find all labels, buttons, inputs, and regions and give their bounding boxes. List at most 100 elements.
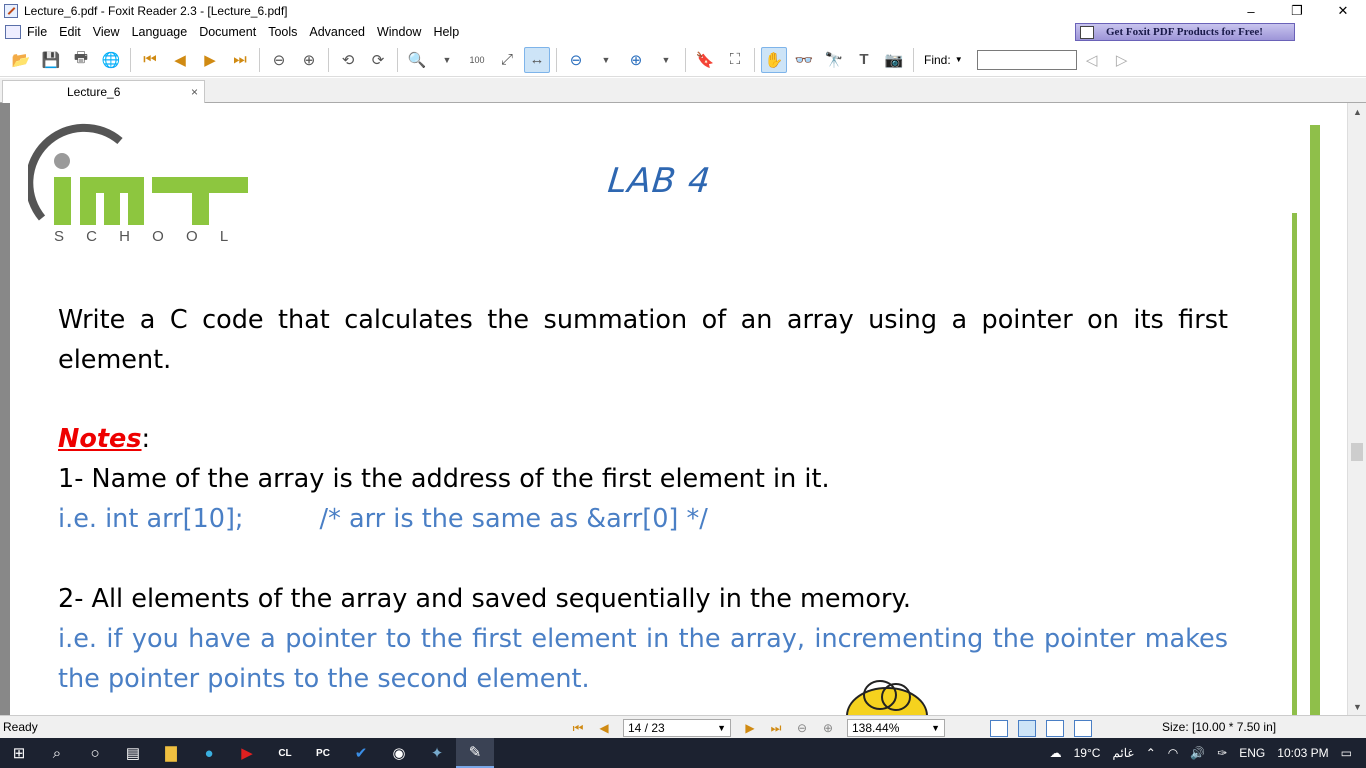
menu-help[interactable]: Help — [427, 25, 465, 39]
fit-page-icon[interactable]: ⤢ — [494, 47, 520, 73]
previous-page-icon[interactable]: ◀ — [167, 47, 193, 73]
actual-size-icon[interactable]: 100 — [464, 47, 490, 73]
menu-language[interactable]: Language — [126, 25, 194, 39]
system-tray: ☁ 19°C غائم ⌃ ◠ 🔊 ✑ ENG 10:03 PM ▭ — [1044, 738, 1366, 768]
search-binoculars-icon[interactable]: 🔭 — [821, 47, 847, 73]
youtube-icon[interactable]: ▶ — [228, 738, 266, 768]
open-icon[interactable]: 📂 — [8, 47, 34, 73]
pycharm-icon[interactable]: PC — [304, 738, 342, 768]
foxit-reader-taskbar-icon[interactable]: ✎ — [456, 738, 494, 768]
promo-banner[interactable]: Get Foxit PDF Products for Free! — [1075, 23, 1295, 41]
pen-icon[interactable]: ✑ — [1217, 746, 1227, 760]
zoom-field[interactable]: 138.44% ▼ — [847, 719, 945, 737]
zoom-out-dropdown-icon[interactable]: ▼ — [593, 47, 619, 73]
toolbar-divider — [328, 47, 329, 72]
scroll-up-icon[interactable]: ▲ — [1348, 103, 1366, 120]
edge-icon[interactable]: ● — [190, 738, 228, 768]
last-page-icon[interactable]: ⏭ — [227, 47, 253, 73]
find-next-icon[interactable]: ▷ — [1109, 47, 1135, 73]
full-screen-icon[interactable]: ⛶ — [722, 47, 748, 73]
chrome-icon[interactable]: ◉ — [380, 738, 418, 768]
vertical-scrollbar[interactable]: ▲ ▼ — [1347, 103, 1366, 715]
menu-document[interactable]: Document — [193, 25, 262, 39]
rotate-right-icon[interactable]: ⟳ — [365, 47, 391, 73]
back-icon[interactable]: ⊖ — [266, 47, 292, 73]
loupe-icon[interactable]: 👓 — [791, 47, 817, 73]
window-title: Lecture_6.pdf - Foxit Reader 2.3 - [Lect… — [24, 4, 288, 18]
clion-icon[interactable]: CL — [266, 738, 304, 768]
volume-icon[interactable]: 🔊 — [1190, 746, 1205, 760]
find-input[interactable] — [976, 49, 1077, 70]
clock[interactable]: 10:03 PM — [1277, 746, 1328, 760]
start-icon[interactable]: ⊞ — [0, 738, 38, 768]
menu-window[interactable]: Window — [371, 25, 427, 39]
status-first-page-icon[interactable]: ⏮ — [567, 720, 589, 737]
continuous-facing-view-icon[interactable] — [1074, 719, 1092, 737]
forward-icon[interactable]: ⊕ — [296, 47, 322, 73]
menu-advanced[interactable]: Advanced — [303, 25, 371, 39]
tab-lecture-6[interactable]: Lecture_6 × — [2, 80, 205, 103]
first-page-icon[interactable]: ⏮ — [137, 47, 163, 73]
toolbar: 📂 💾 🖶 🌐 ⏮ ◀ ▶ ⏭ ⊖ ⊕ ⟲ ⟳ 🔍 ▼ 100 ⤢ ↔ ⊖ ▼ … — [0, 43, 1366, 77]
zoom-plus-icon[interactable]: ⊕ — [623, 47, 649, 73]
zoom-plus-dropdown-icon[interactable]: ▼ — [653, 47, 679, 73]
tab-close-icon[interactable]: × — [191, 85, 198, 99]
print-icon[interactable]: 🖶 — [68, 47, 94, 73]
close-button[interactable]: ✕ — [1320, 0, 1366, 22]
scroll-thumb[interactable] — [1351, 443, 1363, 461]
zoom-out-icon[interactable]: ⊖ — [563, 47, 589, 73]
app-icon[interactable]: ✦ — [418, 738, 456, 768]
hand-tool-icon[interactable]: ✋ — [761, 46, 787, 73]
cortana-icon[interactable]: ○ — [76, 738, 114, 768]
search-icon[interactable]: ⌕ — [38, 738, 76, 768]
notifications-icon[interactable]: ▭ — [1341, 746, 1352, 760]
network-icon[interactable]: ◠ — [1168, 746, 1178, 760]
zoom-in-icon[interactable]: 🔍 — [404, 47, 430, 73]
rotate-left-icon[interactable]: ⟲ — [335, 47, 361, 73]
status-forward-icon[interactable]: ⊕ — [817, 720, 839, 737]
document-menu-icon[interactable] — [5, 25, 21, 39]
status-next-page-icon[interactable]: ▶ — [739, 720, 761, 737]
text-select-icon[interactable]: T — [851, 47, 877, 73]
todo-icon[interactable]: ✔ — [342, 738, 380, 768]
weather-temp[interactable]: 19°C — [1074, 746, 1101, 760]
status-bar: Ready ⏮ ◀ 14 / 23 ▼ ▶ ⏭ ⊖ ⊕ 138.44% ▼ Si… — [0, 715, 1366, 738]
file-explorer-icon[interactable]: ▇ — [152, 738, 190, 768]
menu-file[interactable]: File — [21, 25, 53, 39]
save-icon[interactable]: 💾 — [38, 47, 64, 73]
status-back-icon[interactable]: ⊖ — [791, 720, 813, 737]
restore-button[interactable]: ❐ — [1274, 0, 1320, 22]
window-controls: – ❐ ✕ — [1228, 0, 1366, 22]
toolbar-divider — [130, 47, 131, 72]
continuous-view-icon[interactable] — [1018, 719, 1036, 737]
note-2-example: i.e. if you have a pointer to the first … — [58, 624, 1228, 694]
fit-width-icon[interactable]: ↔ — [524, 46, 550, 73]
facing-view-icon[interactable] — [1046, 719, 1064, 737]
status-last-page-icon[interactable]: ⏭ — [765, 720, 787, 737]
menu-edit[interactable]: Edit — [53, 25, 87, 39]
next-page-icon[interactable]: ▶ — [197, 47, 223, 73]
web-icon[interactable]: 🌐 — [98, 47, 124, 73]
zoom-dropdown-arrow-icon[interactable]: ▼ — [931, 723, 940, 733]
page-dropdown-icon[interactable]: ▼ — [717, 723, 726, 733]
minimize-button[interactable]: – — [1228, 0, 1274, 22]
single-page-view-icon[interactable] — [990, 719, 1008, 737]
page-number-field[interactable]: 14 / 23 ▼ — [623, 719, 731, 737]
task-view-icon[interactable]: ▤ — [114, 738, 152, 768]
menu-tools[interactable]: Tools — [262, 25, 303, 39]
weather-icon[interactable]: ☁ — [1050, 746, 1062, 760]
find-options-icon[interactable]: ▼ — [953, 47, 965, 73]
find-previous-icon[interactable]: ◁ — [1079, 47, 1105, 73]
windows-taskbar: ⊞ ⌕ ○ ▤ ▇ ● ▶ CL PC ✔ ◉ ✦ ✎ ☁ 19°C غائم … — [0, 738, 1366, 768]
bookmark-icon[interactable]: 🔖 — [692, 47, 718, 73]
document-viewport[interactable]: S C H O O L LAB 4 Write a C code that ca… — [0, 103, 1366, 715]
foxit-app-icon — [4, 4, 18, 18]
status-previous-page-icon[interactable]: ◀ — [593, 720, 615, 737]
scroll-down-icon[interactable]: ▼ — [1348, 698, 1366, 715]
snapshot-icon[interactable]: 📷 — [881, 47, 907, 73]
zoom-dropdown-icon[interactable]: ▼ — [434, 47, 460, 73]
tray-chevron-icon[interactable]: ⌃ — [1146, 746, 1156, 760]
toolbar-divider — [685, 47, 686, 72]
language-indicator[interactable]: ENG — [1239, 746, 1265, 760]
menu-view[interactable]: View — [87, 25, 126, 39]
